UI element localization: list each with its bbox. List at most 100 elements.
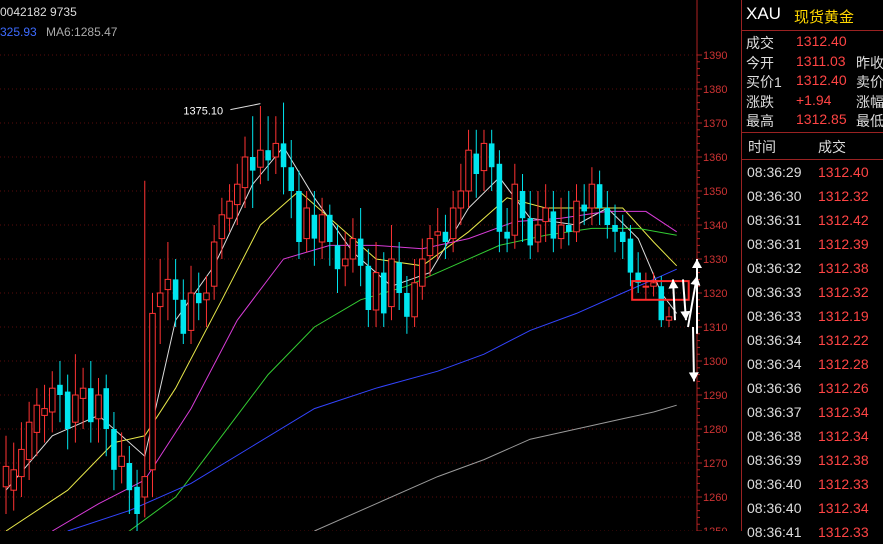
- candle: [604, 191, 611, 239]
- trade-time: 08:36:38: [747, 427, 802, 444]
- trade-row[interactable]: 08:36:40 1312.34: [742, 496, 883, 520]
- trade-price: 1312.34: [818, 427, 869, 444]
- candle: [95, 378, 102, 443]
- candle-body: [380, 272, 387, 314]
- candle: [265, 116, 271, 181]
- candle: [550, 191, 557, 253]
- symbol-code: XAU: [746, 4, 781, 23]
- candle-body: [650, 282, 657, 287]
- candle: [511, 163, 519, 249]
- trade-row[interactable]: 08:36:29 1312.40: [742, 160, 883, 184]
- candle: [457, 163, 465, 225]
- trades-list[interactable]: 08:36:29 1312.40 08:36:30 1312.32 08:36:31 13…: [742, 160, 883, 544]
- trade-time: 08:36:32: [747, 259, 802, 276]
- trade-row[interactable]: 08:36:32 1312.38: [742, 256, 883, 280]
- candle: [573, 184, 580, 242]
- trade-row[interactable]: 08:36:30 1312.32: [742, 184, 883, 208]
- trade-row[interactable]: 08:36:38 1312.34: [742, 424, 883, 448]
- candle: [658, 276, 665, 327]
- trade-row[interactable]: 08:36:36 1312.26: [742, 376, 883, 400]
- trade-time: 08:36:36: [747, 379, 802, 396]
- candle-body: [411, 282, 418, 318]
- candle: [473, 129, 480, 198]
- trade-row[interactable]: 08:36:40 1312.33: [742, 472, 883, 496]
- annotation-label: 1375.10: [183, 106, 223, 118]
- candle-body: [249, 157, 256, 171]
- tick-label: 1330: [703, 254, 727, 266]
- candle: [288, 140, 295, 219]
- candle: [642, 272, 650, 300]
- trade-time: 08:36:41: [747, 523, 802, 540]
- trade-row[interactable]: 08:36:33 1312.32: [742, 280, 883, 304]
- candle: [588, 167, 596, 225]
- candles: [2, 102, 673, 531]
- candle: [10, 442, 17, 511]
- candle: [627, 225, 634, 287]
- trade-row[interactable]: 08:36:41 1312.33: [742, 520, 883, 544]
- trade-time: 08:36:30: [747, 187, 802, 204]
- candle-body: [18, 448, 25, 478]
- candle-body: [349, 238, 357, 260]
- trade-time: 08:36:34: [747, 331, 802, 348]
- candle-body: [10, 469, 17, 491]
- trade-row[interactable]: 08:36:33 1312.19: [742, 304, 883, 328]
- trade-time: 08:36:33: [747, 283, 802, 300]
- quote-row: 涨跌 +1.94 涨幅: [742, 91, 883, 111]
- candle: [280, 102, 287, 195]
- trade-row[interactable]: 08:36:31 1312.39: [742, 232, 883, 256]
- tick-label: 1250: [703, 526, 727, 531]
- candle: [25, 401, 33, 480]
- quote-panel: XAU 现货黄金 成交 1312.40 今开 1311.03 昨收 买价1 1312.40 卖…: [741, 0, 883, 540]
- candle-body: [534, 224, 542, 243]
- trades-header-time: 时间: [748, 138, 776, 155]
- trade-time: 08:36:40: [747, 499, 802, 516]
- candle: [480, 129, 488, 191]
- tick-label: 1290: [703, 390, 727, 402]
- candle-body: [365, 265, 372, 310]
- candle: [218, 197, 226, 259]
- trade-price: 1312.33: [818, 475, 869, 492]
- candle: [404, 276, 410, 334]
- candle-body: [334, 245, 341, 270]
- candle: [33, 388, 41, 457]
- ma-line: [67, 268, 677, 531]
- trade-row[interactable]: 08:36:39 1312.38: [742, 448, 883, 472]
- candle: [581, 184, 587, 225]
- candle: [111, 412, 117, 491]
- candle: [210, 225, 218, 300]
- trade-row[interactable]: 08:36:34 1312.28: [742, 352, 883, 376]
- trade-time: 08:36:34: [747, 355, 802, 372]
- candle: [349, 218, 357, 273]
- arrow-head: [692, 259, 702, 268]
- candle: [496, 150, 503, 253]
- candle: [48, 371, 56, 433]
- tick-label: 1320: [703, 288, 727, 300]
- candle: [203, 276, 210, 327]
- candle-body: [172, 279, 179, 300]
- candle-body: [480, 142, 488, 172]
- candle-body: [41, 408, 48, 416]
- candle: [180, 279, 187, 344]
- candle-body: [566, 225, 572, 232]
- trade-row[interactable]: 08:36:34 1312.22: [742, 328, 883, 352]
- candle-body: [95, 394, 102, 420]
- trade-row[interactable]: 08:36:31 1312.42: [742, 208, 883, 232]
- trade-price: 1312.38: [818, 451, 869, 468]
- candle: [141, 180, 149, 518]
- candle-body: [496, 163, 503, 232]
- candle-body: [434, 231, 441, 236]
- candlestick-chart[interactable]: 1390 1380 1370 1360 1350 1340 1330 1320 1310 1300…: [0, 0, 740, 531]
- trades-header-price: 成交: [818, 138, 846, 155]
- candle-body: [449, 207, 457, 240]
- trade-price: 1312.42: [818, 211, 869, 228]
- quote-value: +1.94: [796, 91, 832, 108]
- candle: [2, 435, 10, 514]
- trade-time: 08:36:33: [747, 307, 802, 324]
- candle: [388, 225, 395, 321]
- candle: [426, 225, 434, 276]
- trade-time: 08:36:40: [747, 475, 802, 492]
- candle-body: [180, 299, 187, 334]
- quote-value: 1312.85: [796, 111, 847, 127]
- candle: [519, 174, 526, 242]
- trade-row[interactable]: 08:36:37 1312.34: [742, 400, 883, 424]
